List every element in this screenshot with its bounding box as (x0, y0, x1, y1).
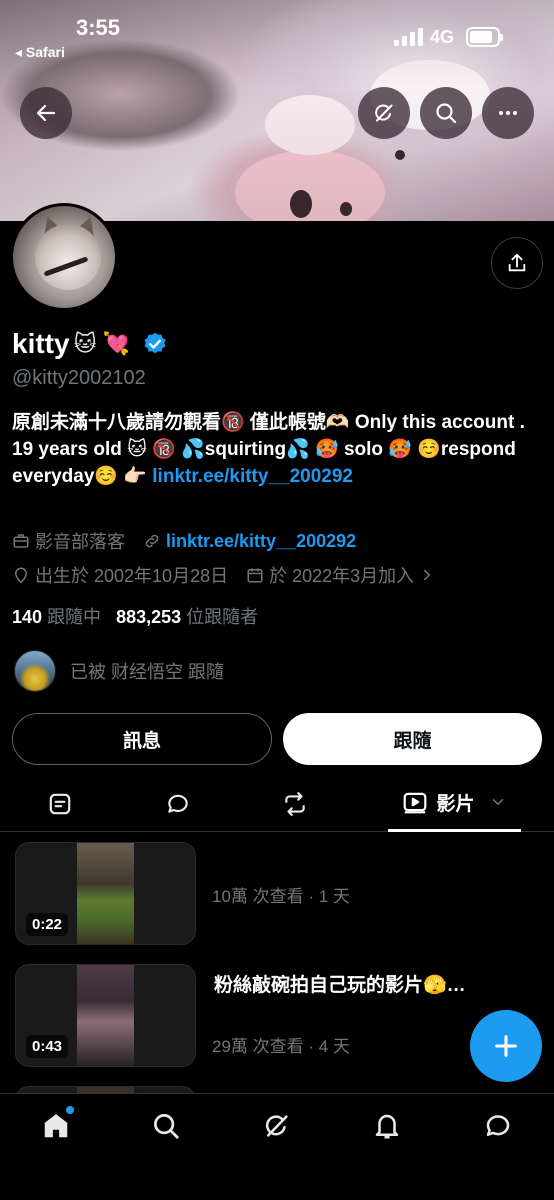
profile-joined: 於 2022年3月加入 (269, 566, 415, 586)
video-views: 10萬 次查看 · 1 天 (212, 887, 350, 906)
profile-birthday: 出生於 2002年10月28日 (35, 566, 229, 586)
status-bar: 3:55 ◂ Safari 4G (0, 0, 554, 66)
briefcase-icon (13, 534, 29, 548)
verified-badge-icon[interactable] (142, 331, 168, 357)
network-type: 4G (430, 27, 455, 47)
follow-stats: 140 跟隨中 883,253 位跟隨者 (12, 603, 258, 629)
avatar[interactable] (10, 203, 118, 311)
followers-link[interactable]: 883,253 位跟隨者 (116, 607, 258, 627)
grok-button[interactable] (358, 87, 410, 139)
video-preview-image (77, 965, 134, 1066)
video-preview-image (77, 843, 134, 944)
profile-website-link[interactable]: linktr.ee/kitty__200292 (166, 531, 356, 552)
tab-replies[interactable] (148, 775, 208, 832)
search-icon (154, 1114, 179, 1139)
notification-dot (66, 1106, 74, 1114)
share-button[interactable] (491, 237, 543, 289)
nav-search[interactable] (148, 1108, 184, 1144)
chevron-right-icon[interactable] (418, 566, 436, 584)
profile-category: 影音部落客 (35, 532, 125, 552)
status-time: 3:55 (76, 15, 121, 40)
back-button[interactable] (20, 87, 72, 139)
nav-messages[interactable] (480, 1108, 516, 1144)
bell-icon (375, 1114, 399, 1139)
more-button[interactable] (482, 87, 534, 139)
video-thumbnail[interactable]: 0:22 (15, 842, 196, 945)
bio-link[interactable]: linktr.ee/kitty__200292 (152, 466, 353, 487)
profile-bio: 原創未滿十八歲請勿觀看🔞 僅此帳號🫶🏻 Only this account . … (12, 409, 542, 490)
video-duration: 0:22 (26, 913, 69, 936)
back-to-safari-link[interactable]: ◂ Safari (15, 44, 65, 61)
profile-meta-dates-row: 出生於 2002年10月28日 於 2022年3月加入 (12, 562, 441, 588)
nav-home[interactable] (38, 1106, 74, 1144)
profile-name-row: kitty 🐱 💘 (12, 328, 168, 360)
home-icon (44, 1114, 68, 1138)
followers-count: 883,253 (116, 607, 182, 627)
grok-icon (375, 104, 393, 122)
followers-label: 位跟隨者 (186, 607, 259, 627)
plus-icon (495, 1035, 517, 1057)
tab-videos-label: 影片 (436, 793, 475, 815)
replies-icon (168, 794, 188, 813)
video-views: 29萬 次查看 · 4 天 (212, 1037, 350, 1056)
follow-button[interactable]: 跟隨 (283, 713, 542, 765)
message-button[interactable]: 訊息 (12, 713, 272, 765)
chevron-down-icon[interactable] (489, 793, 507, 811)
name-emojis: 🐱 💘 (73, 331, 131, 356)
nav-notifications[interactable] (369, 1108, 405, 1144)
battery-icon (466, 27, 503, 47)
search-button[interactable] (420, 87, 472, 139)
more-icon (499, 111, 517, 115)
messages-icon (486, 1115, 510, 1136)
tab-videos[interactable]: 影片 (388, 775, 521, 832)
repost-icon (285, 791, 305, 816)
video-caption[interactable]: 粉絲敲碗拍自己玩的影片🫣… (214, 970, 466, 997)
share-icon (508, 253, 526, 272)
profile-meta-category-row: 影音部落客 linktr.ee/kitty__200292 (12, 528, 356, 554)
tab-posts[interactable] (30, 775, 90, 832)
nav-grok[interactable] (259, 1108, 295, 1144)
location-icon (14, 567, 28, 584)
link-icon (145, 534, 159, 548)
following-count: 140 (12, 607, 43, 627)
profile-handle: @kitty2002102 (12, 367, 146, 389)
posts-icon (49, 793, 71, 814)
profile-name: kitty (12, 328, 70, 359)
signal-icon (394, 28, 424, 46)
profile-actions: 訊息 跟隨 (12, 713, 542, 765)
profile-tabs: 影片 (0, 775, 554, 832)
bottom-navigation (0, 1093, 554, 1200)
calendar-icon (247, 568, 263, 583)
following-label: 跟隨中 (47, 607, 102, 627)
video-duration: 0:43 (26, 1035, 69, 1058)
following-link[interactable]: 140 跟隨中 (12, 607, 101, 627)
compose-button[interactable] (470, 1010, 542, 1082)
follower-avatar (14, 650, 56, 692)
followed-by-text: 已被 财经悟空 跟隨 (70, 662, 225, 682)
video-icon (404, 792, 427, 814)
tab-reposts[interactable] (265, 775, 325, 832)
back-arrow-icon (36, 104, 56, 122)
grok-icon (266, 1115, 288, 1137)
followed-by[interactable]: 已被 财经悟空 跟隨 (14, 650, 224, 692)
search-icon (436, 103, 457, 124)
video-thumbnail[interactable]: 0:43 (15, 964, 196, 1067)
